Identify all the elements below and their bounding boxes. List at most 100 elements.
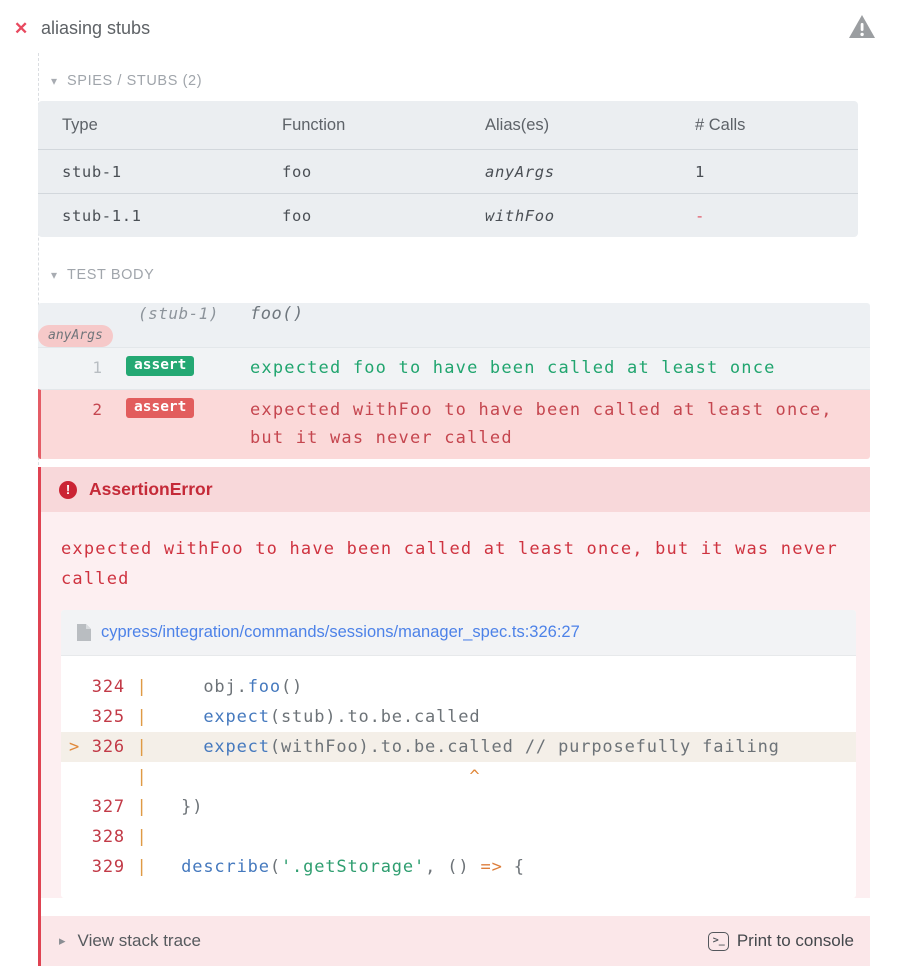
code-frame-header: cypress/integration/commands/sessions/ma… (61, 610, 856, 656)
warning-triangle-icon[interactable] (848, 14, 876, 40)
cell-calls: 1 (695, 163, 858, 181)
line-marker (61, 762, 81, 792)
code-token (159, 707, 203, 727)
table-row: stub-1 foo anyArgs 1 (38, 149, 858, 193)
code-line: 327 | }) (61, 792, 856, 822)
cell-function: foo (282, 163, 485, 181)
line-marker (61, 852, 81, 882)
code-frame: cypress/integration/commands/sessions/ma… (61, 610, 856, 898)
command-row-assert-passed[interactable]: 1 assert expected foo to have been calle… (38, 347, 870, 389)
error-name: AssertionError (89, 479, 213, 500)
stub-reference: (stub-1) (138, 304, 250, 323)
gutter-pipe: | (125, 732, 159, 762)
command-group-header[interactable]: (stub-1) foo() anyArgs (38, 303, 870, 347)
error-message: expected withFoo to have been called at … (61, 528, 853, 594)
line-number: 328 (81, 822, 125, 852)
code-line: 324 | obj.foo() (61, 672, 856, 702)
code-token: expect (203, 737, 270, 757)
gutter-pipe: | (125, 672, 159, 702)
code-token: '.getStorage' (281, 857, 425, 877)
code-area: 324 | obj.foo() 325 | expect(stub).to.be… (61, 656, 856, 898)
error-actions-bar: ▸ View stack trace >_ Print to console (41, 916, 870, 966)
cell-alias: anyArgs (485, 163, 695, 181)
line-number: 327 (81, 792, 125, 822)
column-header-type: Type (62, 116, 282, 135)
command-log: (stub-1) foo() anyArgs 1 assert expected… (38, 303, 870, 459)
table-row: stub-1.1 foo withFoo - (38, 193, 858, 237)
test-attempt-content: ▾ SPIES / STUBS (2) Type Function Alias(… (38, 49, 870, 966)
print-to-console-button[interactable]: >_ Print to console (708, 931, 854, 951)
gutter-pipe: | (125, 852, 159, 882)
code-token: => (481, 857, 503, 877)
view-stack-trace-label: View stack trace (78, 931, 201, 951)
code-line: 325 | expect(stub).to.be.called (61, 702, 856, 732)
command-message: expected withFoo to have been called at … (250, 396, 870, 452)
test-header-row[interactable]: ✕ aliasing stubs (0, 0, 898, 49)
code-token: // purposefully failing (525, 737, 780, 757)
line-number: 324 (81, 672, 125, 702)
print-to-console-label: Print to console (737, 931, 854, 951)
cell-type: stub-1.1 (62, 207, 282, 225)
code-line: 328 | (61, 822, 856, 852)
cell-function: foo (282, 207, 485, 225)
error-block: ! AssertionError expected withFoo to hav… (38, 467, 870, 966)
code-token (159, 737, 203, 757)
code-line-caret: | ^ (61, 762, 856, 792)
code-line-highlighted: > 326 | expect(withFoo).to.be.called // … (61, 732, 856, 762)
line-number: 326 (81, 732, 125, 762)
view-stack-trace-toggle[interactable]: ▸ View stack trace (59, 931, 201, 951)
collapse-caret-icon: ▾ (51, 75, 57, 87)
command-number: 1 (38, 354, 102, 382)
column-header-aliases: Alias(es) (485, 116, 695, 135)
code-token: describe (181, 857, 270, 877)
line-marker (61, 792, 81, 822)
cell-type: stub-1 (62, 163, 282, 181)
stubs-table-header-row: Type Function Alias(es) # Calls (38, 101, 858, 149)
code-token: () (281, 677, 303, 697)
code-token: expect (203, 707, 270, 727)
command-number: 2 (41, 396, 102, 424)
column-header-function: Function (282, 116, 485, 135)
command-row-assert-failed[interactable]: 2 assert expected withFoo to have been c… (38, 389, 870, 459)
code-token: , () (425, 857, 480, 877)
alias-badge[interactable]: anyArgs (38, 325, 113, 347)
line-number: 329 (81, 852, 125, 882)
gutter-pipe: | (125, 792, 159, 822)
column-caret-icon: ^ (159, 767, 480, 787)
cell-alias: withFoo (485, 207, 695, 225)
section-spies-stubs-header[interactable]: ▾ SPIES / STUBS (2) (38, 49, 870, 101)
line-marker (61, 702, 81, 732)
error-body: expected withFoo to have been called at … (41, 512, 870, 898)
line-number (81, 762, 125, 792)
code-token: foo (248, 677, 281, 697)
code-line: 329 | describe('.getStorage', () => { (61, 852, 856, 882)
terminal-icon: >_ (708, 932, 729, 951)
collapse-caret-icon: ▾ (51, 269, 57, 281)
test-failed-x-icon: ✕ (14, 19, 34, 39)
line-marker (61, 822, 81, 852)
stub-function-name: foo() (250, 304, 870, 324)
cell-calls: - (695, 207, 858, 225)
command-message: expected foo to have been called at leas… (250, 354, 870, 382)
section-spies-stubs-label: SPIES / STUBS (2) (67, 73, 202, 89)
column-header-calls: # Calls (695, 116, 858, 135)
line-marker: > (61, 732, 81, 762)
code-token: ( (270, 857, 281, 877)
gutter-pipe: | (125, 702, 159, 732)
line-number: 325 (81, 702, 125, 732)
code-token: obj. (159, 677, 248, 697)
line-marker (61, 672, 81, 702)
expand-caret-icon: ▸ (59, 933, 66, 949)
assert-badge: assert (126, 356, 194, 376)
code-token: }) (159, 797, 203, 817)
file-link[interactable]: cypress/integration/commands/sessions/ma… (101, 623, 580, 642)
test-title: aliasing stubs (41, 18, 150, 39)
file-icon (77, 624, 91, 641)
code-token: { (503, 857, 525, 877)
section-test-body-header[interactable]: ▾ TEST BODY (38, 237, 870, 295)
error-exclamation-icon: ! (59, 481, 77, 499)
stubs-table: Type Function Alias(es) # Calls stub-1 f… (38, 101, 858, 237)
gutter-pipe: | (125, 762, 159, 792)
assert-badge: assert (126, 398, 194, 418)
code-token: (withFoo).to.be.called (270, 737, 525, 757)
